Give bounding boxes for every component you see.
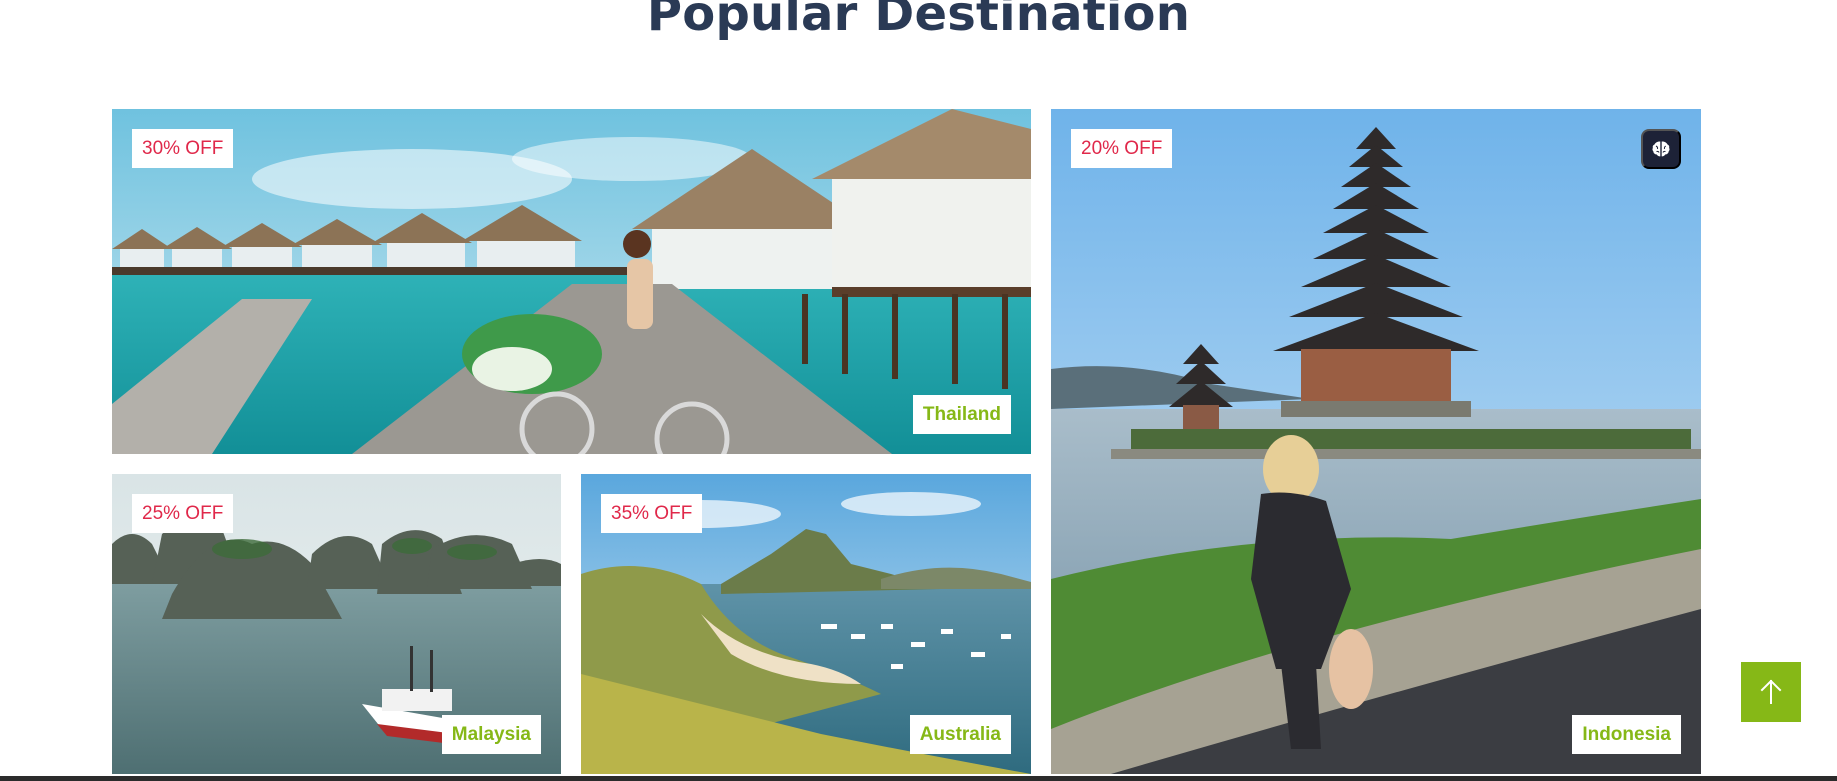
arrow-up-icon xyxy=(1760,679,1782,704)
section-title: Popular Destination xyxy=(646,0,1191,42)
brain-icon[interactable] xyxy=(1641,129,1681,169)
location-label: Australia xyxy=(909,715,1011,754)
location-label: Thailand xyxy=(912,395,1011,434)
destination-card-australia[interactable]: 35% OFF Australia xyxy=(581,474,1031,774)
footer-edge xyxy=(0,776,1837,781)
discount-badge: 20% OFF xyxy=(1071,129,1173,168)
destination-card-malaysia[interactable]: 25% OFF Malaysia xyxy=(112,474,561,774)
destination-image-indonesia xyxy=(1051,109,1701,774)
location-label: Malaysia xyxy=(441,715,541,754)
destination-image-thailand xyxy=(112,109,1031,454)
discount-badge: 25% OFF xyxy=(132,494,234,533)
back-to-top-button[interactable] xyxy=(1741,662,1801,722)
page: Popular Destination 30% OFF Thailand 25%… xyxy=(0,0,1837,781)
destination-card-indonesia[interactable]: 20% OFF Indonesia xyxy=(1051,109,1701,774)
discount-badge: 35% OFF xyxy=(601,494,703,533)
discount-badge: 30% OFF xyxy=(132,129,234,168)
location-label: Indonesia xyxy=(1572,715,1681,754)
destination-card-thailand[interactable]: 30% OFF Thailand xyxy=(112,109,1031,454)
